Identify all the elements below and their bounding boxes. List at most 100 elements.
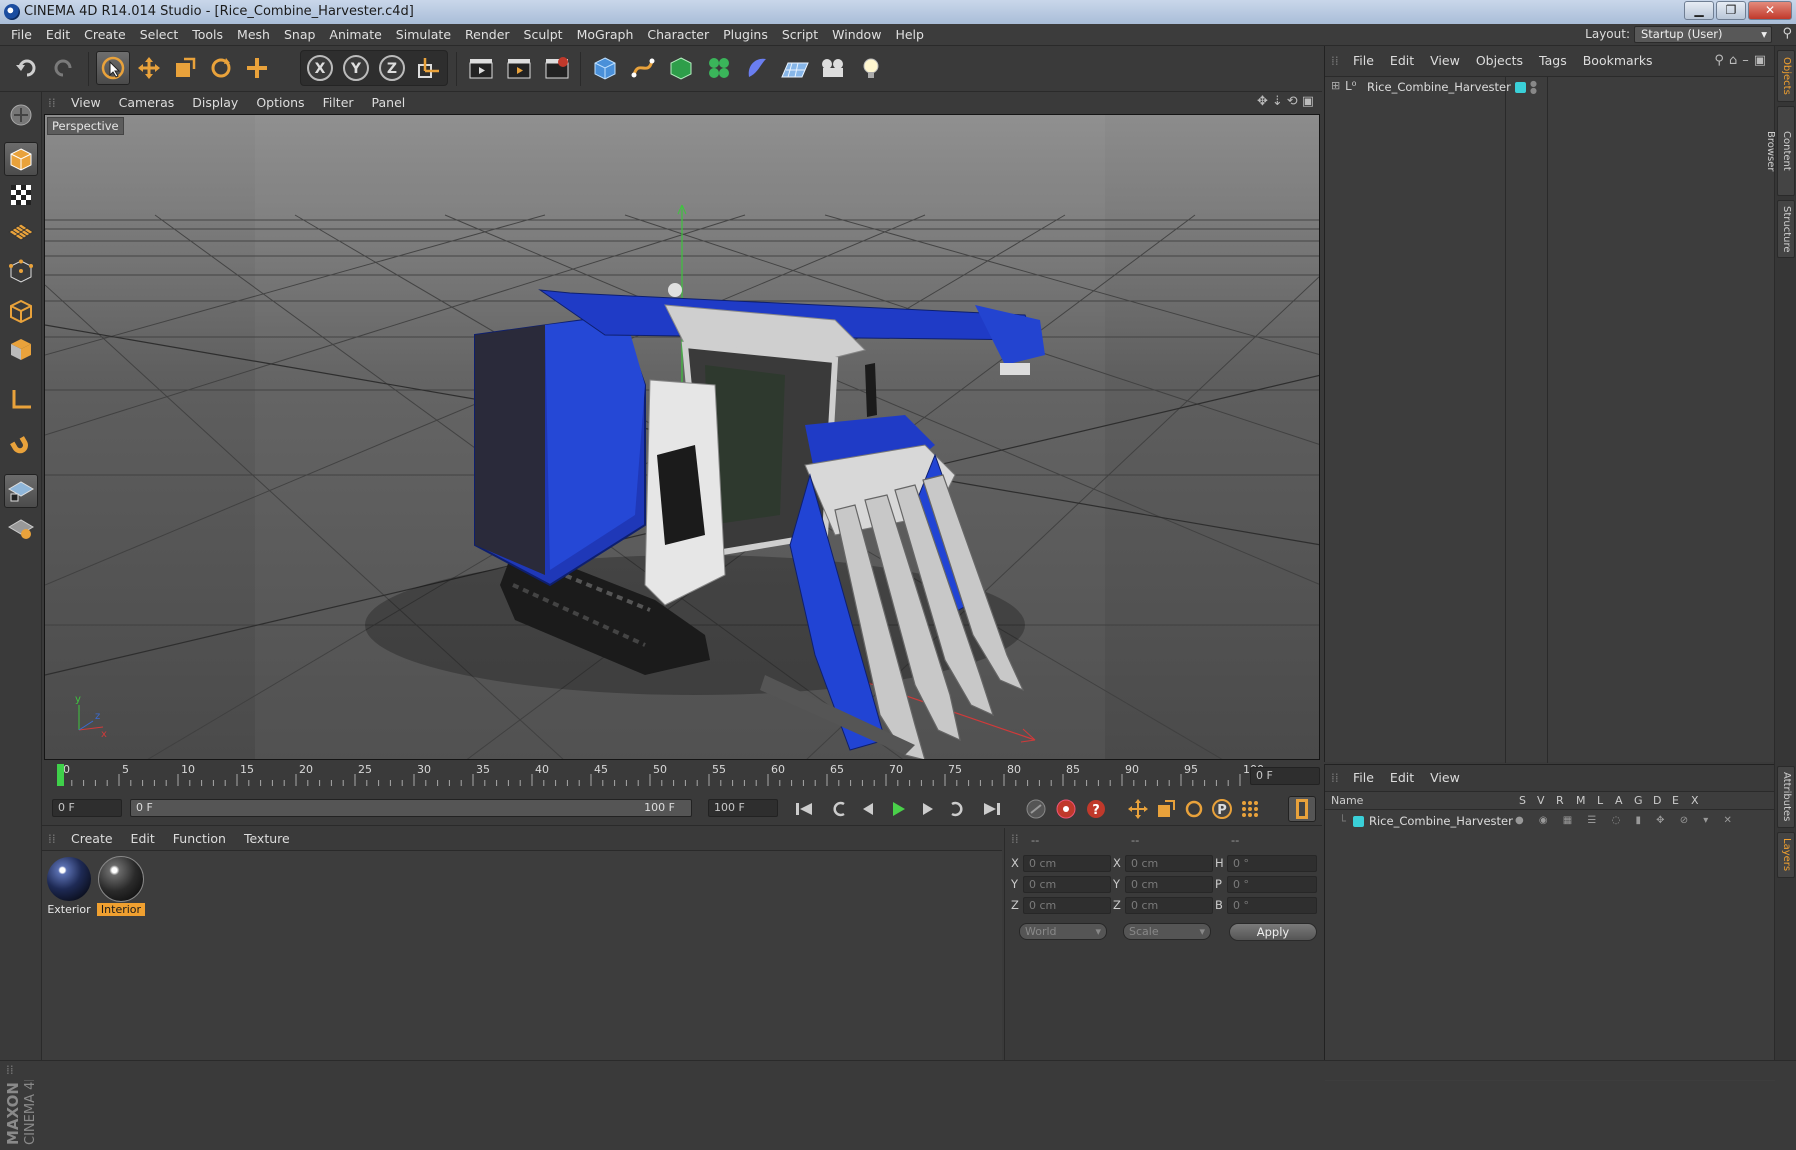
viewport-menu-panel[interactable]: Panel: [363, 92, 415, 114]
undo-button[interactable]: [10, 51, 44, 85]
z-axis-lock-icon[interactable]: Z: [375, 51, 409, 85]
search-icon[interactable]: ⚲: [1714, 53, 1729, 68]
search-icon[interactable]: ⚲: [1782, 26, 1792, 41]
menu-file[interactable]: File: [4, 24, 39, 46]
column-locked[interactable]: L: [1597, 792, 1603, 810]
column-manager[interactable]: M: [1576, 792, 1586, 810]
home-icon[interactable]: ⌂: [1729, 53, 1742, 68]
viewport-menu-cameras[interactable]: Cameras: [110, 92, 184, 114]
previous-frame-icon[interactable]: [854, 796, 882, 822]
layout-dropdown[interactable]: Startup (User) ▾: [1634, 26, 1772, 43]
material-menu-function[interactable]: Function: [164, 828, 235, 850]
maximize-button[interactable]: ❐: [1716, 1, 1746, 20]
cube-primitive-icon[interactable]: [588, 51, 622, 85]
layer-menu-edit[interactable]: Edit: [1382, 767, 1422, 789]
column-generators[interactable]: G: [1634, 792, 1643, 810]
y-axis-lock-icon[interactable]: Y: [339, 51, 373, 85]
size-y-field[interactable]: 0 cm: [1125, 876, 1213, 893]
expand-icon[interactable]: ⊞: [1331, 79, 1340, 92]
material-menu-create[interactable]: Create: [62, 828, 122, 850]
mograph-cloner-icon[interactable]: [702, 51, 736, 85]
pos-x-field[interactable]: 0 cm: [1023, 855, 1111, 872]
current-frame-field[interactable]: 0 F: [1250, 767, 1320, 785]
menu-select[interactable]: Select: [133, 24, 186, 46]
rot-p-field[interactable]: 0 °: [1227, 876, 1317, 893]
tab-structure[interactable]: Structure: [1777, 200, 1795, 258]
move-tool-icon[interactable]: [132, 51, 166, 85]
layer-menu-view[interactable]: View: [1422, 767, 1468, 789]
menu-script[interactable]: Script: [775, 24, 825, 46]
apply-button[interactable]: Apply: [1229, 923, 1317, 941]
column-view[interactable]: V: [1537, 792, 1545, 810]
material-exterior[interactable]: Exterior: [45, 855, 93, 917]
size-z-field[interactable]: 0 cm: [1125, 897, 1213, 914]
next-key-icon[interactable]: [942, 796, 970, 822]
key-position-icon[interactable]: [1124, 796, 1152, 822]
layer-flag-icons[interactable]: ● ◉ ▦ ☰ ◌ ▮ ✥ ⊘ ▾ ✕: [1515, 812, 1738, 830]
add-tool-icon[interactable]: [240, 51, 274, 85]
menu-sculpt[interactable]: Sculpt: [517, 24, 570, 46]
menu-edit[interactable]: Edit: [39, 24, 77, 46]
menu-window[interactable]: Window: [825, 24, 888, 46]
playhead-marker[interactable]: [57, 764, 64, 786]
collapse-icon[interactable]: –: [1742, 53, 1754, 68]
key-pla-icon[interactable]: [1236, 796, 1264, 822]
toggle-view-icon[interactable]: ▣: [1302, 94, 1318, 109]
pan-view-icon[interactable]: ✥: [1257, 94, 1272, 109]
light-icon[interactable]: [854, 51, 888, 85]
close-button[interactable]: ✕: [1748, 1, 1792, 20]
layer-color-swatch[interactable]: [1515, 82, 1526, 93]
world-dropdown[interactable]: World ▾: [1019, 923, 1107, 940]
coordinate-system-icon[interactable]: [411, 51, 445, 85]
menu-tools[interactable]: Tools: [185, 24, 230, 46]
key-rotation-icon[interactable]: [1180, 796, 1208, 822]
size-x-field[interactable]: 0 cm: [1125, 855, 1213, 872]
live-selection-icon[interactable]: [96, 51, 130, 85]
workplane-lock-icon[interactable]: [4, 474, 38, 508]
column-name[interactable]: Name: [1331, 792, 1363, 810]
dolly-view-icon[interactable]: ⇣: [1272, 94, 1287, 109]
object-menu-file[interactable]: File: [1345, 50, 1382, 72]
axis-mode-icon[interactable]: [4, 382, 38, 416]
spline-icon[interactable]: [626, 51, 660, 85]
snap-magnet-icon[interactable]: [4, 430, 38, 464]
x-axis-lock-icon[interactable]: X: [303, 51, 337, 85]
orbit-view-icon[interactable]: ⟲: [1287, 94, 1302, 109]
menu-mograph[interactable]: MoGraph: [570, 24, 641, 46]
motion-record-icon[interactable]: [1022, 796, 1050, 822]
column-expressions[interactable]: E: [1672, 792, 1679, 810]
menu-render[interactable]: Render: [458, 24, 517, 46]
camera-icon[interactable]: [816, 51, 850, 85]
previous-key-icon[interactable]: [826, 796, 854, 822]
new-view-icon[interactable]: ▣: [1754, 53, 1771, 68]
viewport-menu-display[interactable]: Display: [183, 92, 247, 114]
scale-tool-icon[interactable]: [168, 51, 202, 85]
material-menu-edit[interactable]: Edit: [122, 828, 164, 850]
object-menu-objects[interactable]: Objects: [1468, 50, 1531, 72]
layer-menu-file[interactable]: File: [1345, 767, 1382, 789]
go-to-start-icon[interactable]: [790, 796, 818, 822]
start-frame-field[interactable]: 0 F: [52, 799, 122, 817]
subdivision-surface-icon[interactable]: [664, 51, 698, 85]
deformer-icon[interactable]: [740, 51, 774, 85]
go-to-end-icon[interactable]: [978, 796, 1006, 822]
render-settings-icon[interactable]: [540, 51, 574, 85]
pos-y-field[interactable]: 0 cm: [1023, 876, 1111, 893]
model-mode-icon[interactable]: [4, 142, 38, 176]
floor-scene-icon[interactable]: [778, 51, 812, 85]
next-frame-icon[interactable]: [914, 796, 942, 822]
key-scale-icon[interactable]: [1152, 796, 1180, 822]
column-deformers[interactable]: D: [1653, 792, 1661, 810]
render-picture-viewer-icon[interactable]: [502, 51, 536, 85]
layer-row[interactable]: └ Rice_Combine_Harvester ● ◉ ▦ ☰ ◌ ▮ ✥ ⊘…: [1325, 812, 1775, 830]
render-view-icon[interactable]: [464, 51, 498, 85]
column-xref[interactable]: X: [1691, 792, 1699, 810]
menu-simulate[interactable]: Simulate: [389, 24, 458, 46]
object-menu-view[interactable]: View: [1422, 50, 1468, 72]
planar-workplane-icon[interactable]: [4, 512, 38, 546]
autokey-icon[interactable]: ?: [1082, 796, 1110, 822]
menu-create[interactable]: Create: [77, 24, 133, 46]
polygons-mode-icon[interactable]: [4, 332, 38, 366]
tab-layers[interactable]: Layers: [1777, 832, 1795, 878]
end-frame-field[interactable]: 100 F: [708, 799, 778, 817]
